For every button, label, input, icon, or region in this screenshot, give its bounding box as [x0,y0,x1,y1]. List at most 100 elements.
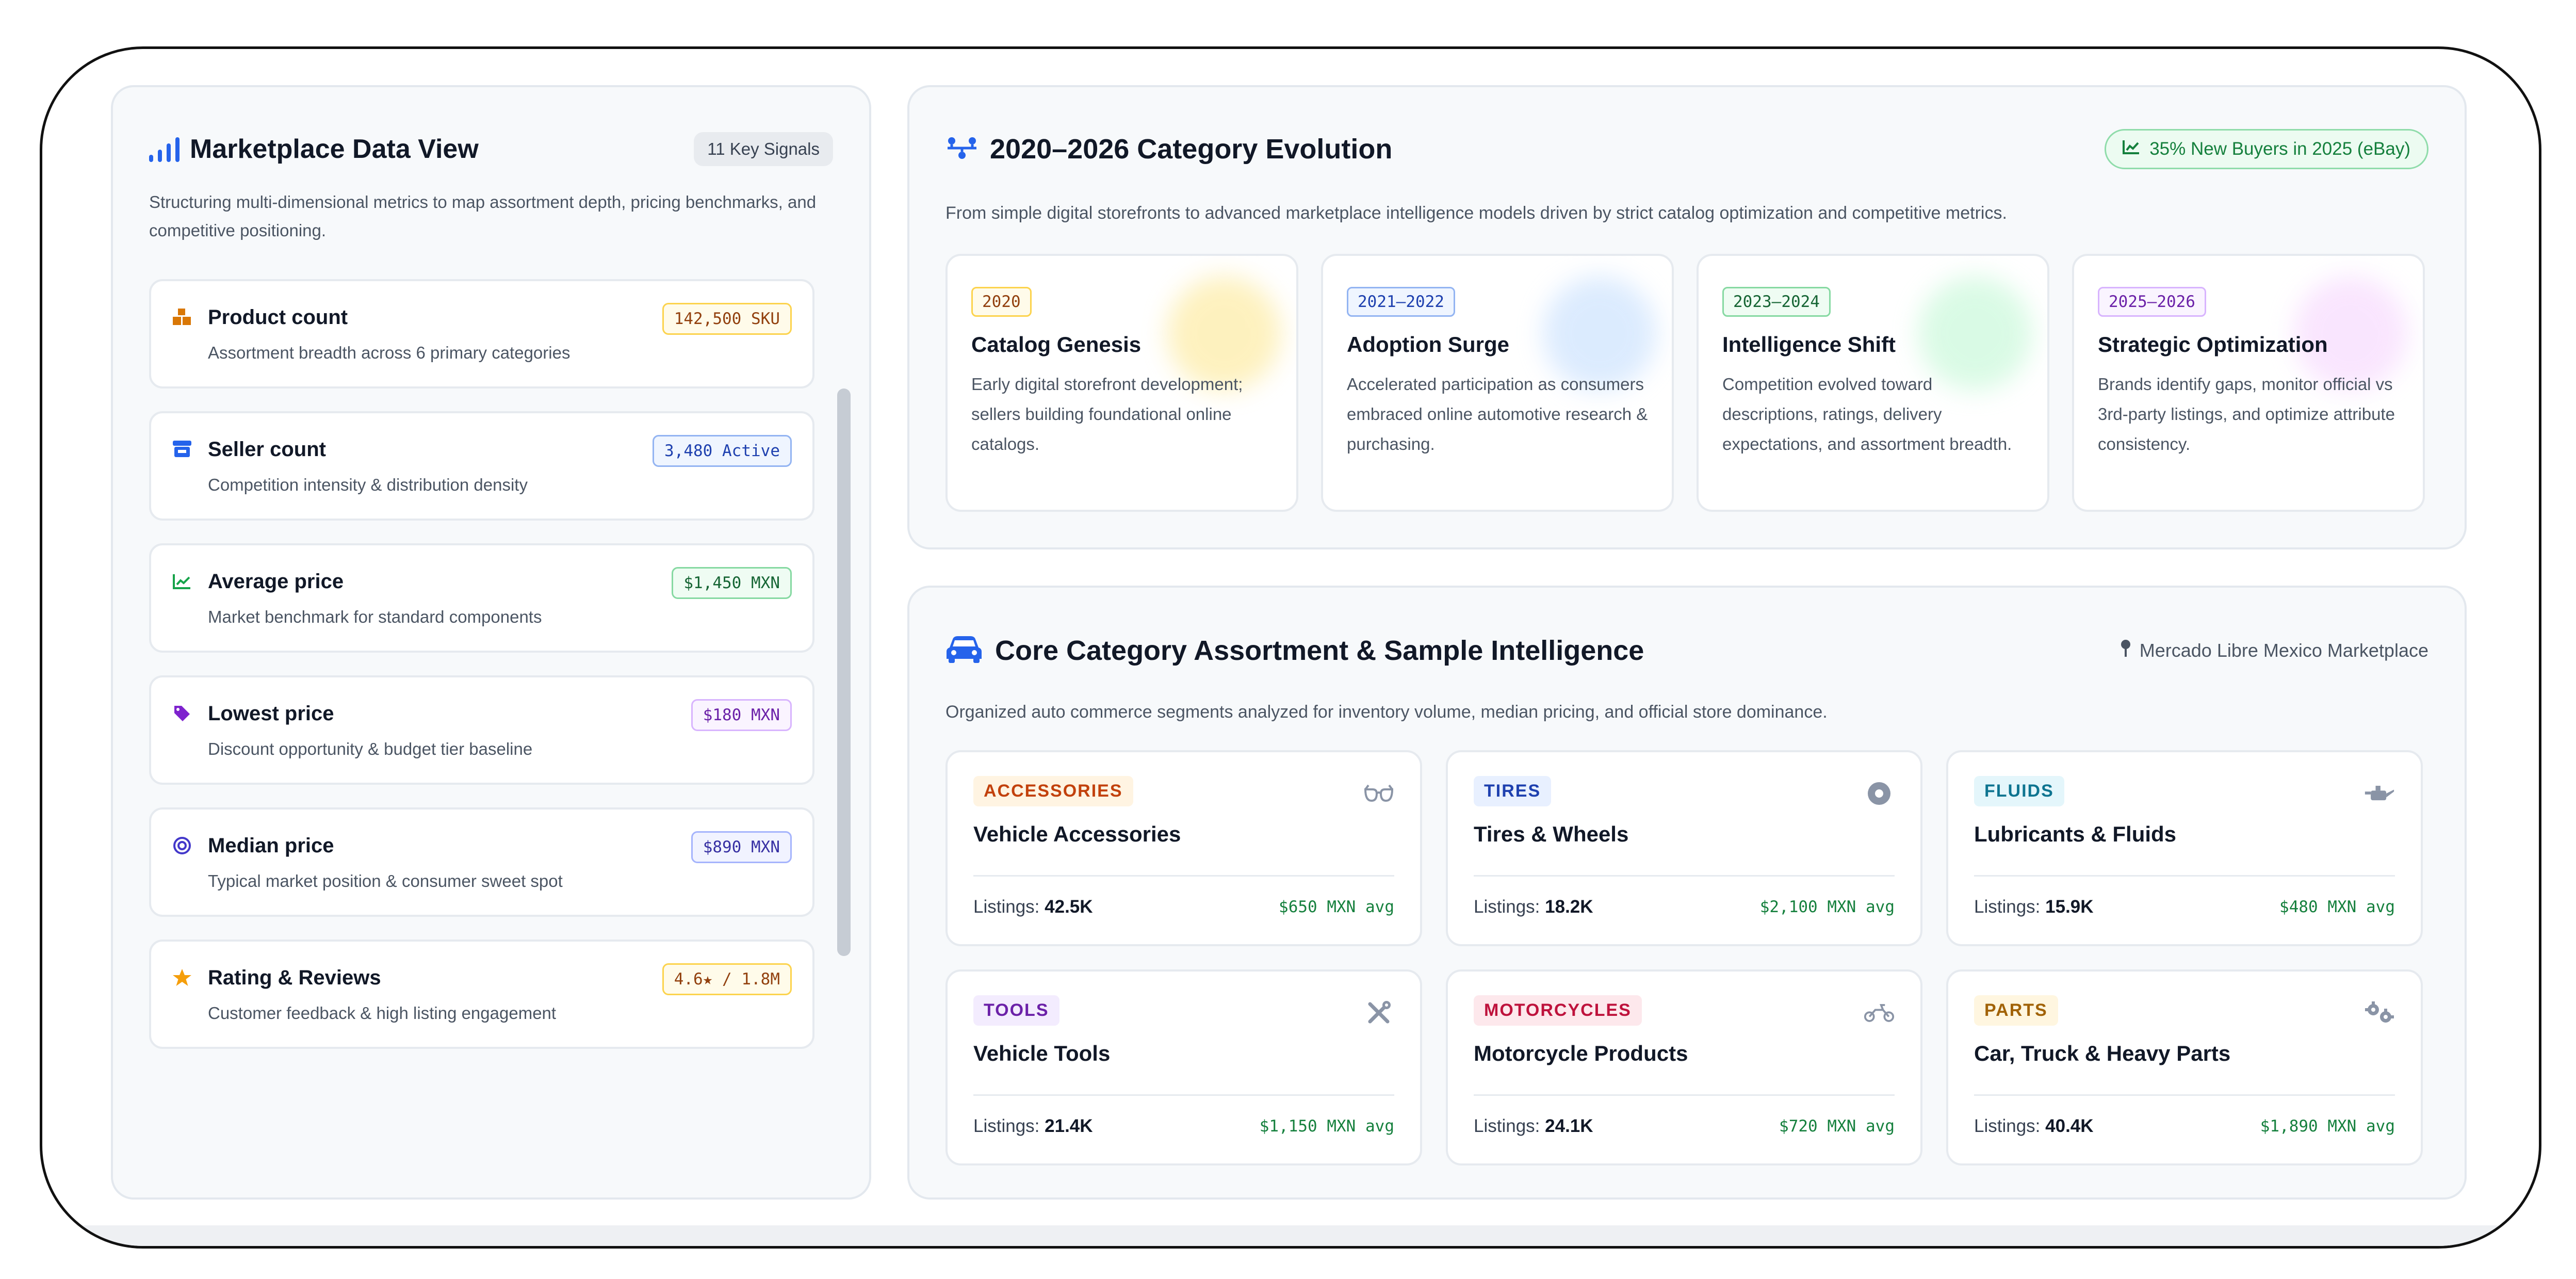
metric-description: Typical market position & consumer sweet… [208,871,563,891]
panel-header: Core Category Assortment & Sample Intell… [945,625,2428,676]
divider [973,875,1394,877]
era-description: Early digital storefront development; se… [971,375,1243,454]
category-name: Lubricants & Fluids [1974,822,2177,846]
average-price: $480 MXN avg [2279,898,2395,916]
category-tag: TIRES [1474,776,1552,806]
gears-icon [2364,997,2395,1028]
metric-title: Rating & Reviews [208,966,381,989]
panel-description: Structuring multi-dimensional metrics to… [149,192,817,240]
metric-description: Customer feedback & high listing engagem… [208,1003,557,1023]
metric-card-lowest-price[interactable]: Lowest price Discount opportunity & budg… [149,675,814,785]
metric-value-badge: 4.6★ / 1.8M [662,963,792,995]
store-icon [172,439,192,460]
era-years-badge: 2021–2022 [1347,287,1455,317]
era-card-2025-2026[interactable]: 2025–2026 Strategic Optimization Brands … [2072,254,2425,512]
glasses-icon [1363,778,1394,809]
category-tag: FLUIDS [1974,776,2064,806]
category-card-motorcycles[interactable]: MOTORCYCLES Motorcycle Products Listings… [1446,969,1922,1165]
car-icon [945,635,983,667]
era-years-badge: 2020 [971,287,1032,317]
panel-description: Organized auto commerce segments analyze… [945,702,1828,722]
marketplace-name: Mercado Libre Mexico Marketplace [2139,640,2428,661]
era-title: Catalog Genesis [971,332,1142,357]
category-tag: TOOLS [973,995,1059,1026]
tools-icon [1363,997,1394,1028]
panel-title: Core Category Assortment & Sample Intell… [995,635,1644,666]
tire-icon [1864,778,1895,809]
timeline-nodes-icon [945,136,979,163]
map-pin-icon [2120,639,2131,662]
metric-title: Seller count [208,438,326,461]
category-card-accessories[interactable]: ACCESSORIES Vehicle Accessories Listings… [945,750,1422,946]
new-buyers-text: 35% New Buyers in 2025 (eBay) [2149,139,2410,159]
signal-bars-icon [149,136,180,162]
metric-card-seller-count[interactable]: Seller count Competition intensity & dis… [149,411,814,521]
average-price: $1,150 MXN avg [1259,1117,1394,1136]
category-card-tires[interactable]: TIRES Tires & Wheels Listings: 18.2K $2,… [1446,750,1922,946]
key-signals-badge: 11 Key Signals [694,132,833,166]
category-name: Vehicle Accessories [973,822,1181,846]
metric-description: Market benchmark for standard components [208,607,542,626]
category-tag: ACCESSORIES [973,776,1133,806]
listings-count: Listings: 18.2K [1474,897,1593,917]
metric-title: Average price [208,570,344,593]
motorcycle-icon [1864,997,1895,1028]
era-title: Strategic Optimization [2098,332,2328,357]
era-card-2020[interactable]: 2020 Catalog Genesis Early digital store… [945,254,1298,512]
category-tag: PARTS [1974,995,2058,1026]
listings-count: Listings: 21.4K [973,1116,1093,1136]
category-card-parts[interactable]: PARTS Car, Truck & Heavy Parts Listings:… [1946,969,2423,1165]
marketplace-label: Mercado Libre Mexico Marketplace [2120,639,2428,662]
metric-value-badge: 142,500 SKU [662,303,792,335]
average-price: $650 MXN avg [1279,898,1394,916]
era-card-2021-2022[interactable]: 2021–2022 Adoption Surge Accelerated par… [1321,254,1674,512]
panel-header: 2020–2026 Category Evolution 35% New Buy… [945,126,2428,172]
metric-value-badge: $180 MXN [691,699,792,731]
category-tag: MOTORCYCLES [1474,995,1642,1026]
metric-list[interactable]: Product count Assortment breadth across … [149,279,851,1167]
chart-line-icon [2123,139,2140,159]
divider [1474,875,1895,877]
bottom-strip [42,1225,2539,1246]
metric-value-badge: $890 MXN [691,831,792,863]
average-price: $1,890 MXN avg [2260,1117,2395,1136]
boxes-icon [172,307,192,328]
divider [973,1094,1394,1096]
metric-value-badge: 3,480 Active [653,435,792,467]
era-description: Accelerated participation as consumers e… [1347,375,1648,454]
category-name: Tires & Wheels [1474,822,1629,846]
metric-card-average-price[interactable]: Average price Market benchmark for stand… [149,543,814,653]
era-card-2023-2024[interactable]: 2023–2024 Intelligence Shift Competition… [1697,254,2049,512]
metric-card-median-price[interactable]: Median price Typical market position & c… [149,807,814,917]
star-icon [172,967,192,988]
metric-card-product-count[interactable]: Product count Assortment breadth across … [149,279,814,388]
metric-title: Median price [208,834,334,857]
listings-count: Listings: 24.1K [1474,1116,1593,1136]
chart-line-icon [172,571,192,592]
metric-title: Product count [208,306,348,329]
panel-title: 2020–2026 Category Evolution [990,134,1393,165]
metric-description: Discount opportunity & budget tier basel… [208,739,533,758]
category-card-tools[interactable]: TOOLS Vehicle Tools Listings: 21.4K $1,1… [945,969,1422,1165]
panel-title: Marketplace Data View [190,134,479,164]
divider [1974,1094,2395,1096]
app-frame: Marketplace Data View 11 Key Signals Str… [40,46,2541,1249]
panel-description: From simple digital storefronts to advan… [945,203,2007,223]
marketplace-data-view-panel: Marketplace Data View 11 Key Signals Str… [111,85,871,1200]
divider [1474,1094,1895,1096]
average-price: $720 MXN avg [1779,1117,1895,1136]
era-years-badge: 2025–2026 [2098,287,2206,317]
oil-can-icon [2364,778,2395,809]
category-card-fluids[interactable]: FLUIDS Lubricants & Fluids Listings: 15.… [1946,750,2423,946]
listings-count: Listings: 15.9K [1974,897,2094,917]
metric-card-rating-reviews[interactable]: Rating & Reviews Customer feedback & hig… [149,940,814,1049]
listings-count: Listings: 42.5K [973,897,1093,917]
metric-list-scrollbar[interactable] [837,388,851,956]
era-title: Intelligence Shift [1722,332,1896,357]
listings-count: Listings: 40.4K [1974,1116,2094,1136]
core-category-panel: Core Category Assortment & Sample Intell… [907,586,2467,1200]
target-icon [172,835,192,856]
panel-header: Marketplace Data View 11 Key Signals [149,128,833,170]
era-title: Adoption Surge [1347,332,1509,357]
era-years-badge: 2023–2024 [1722,287,1831,317]
